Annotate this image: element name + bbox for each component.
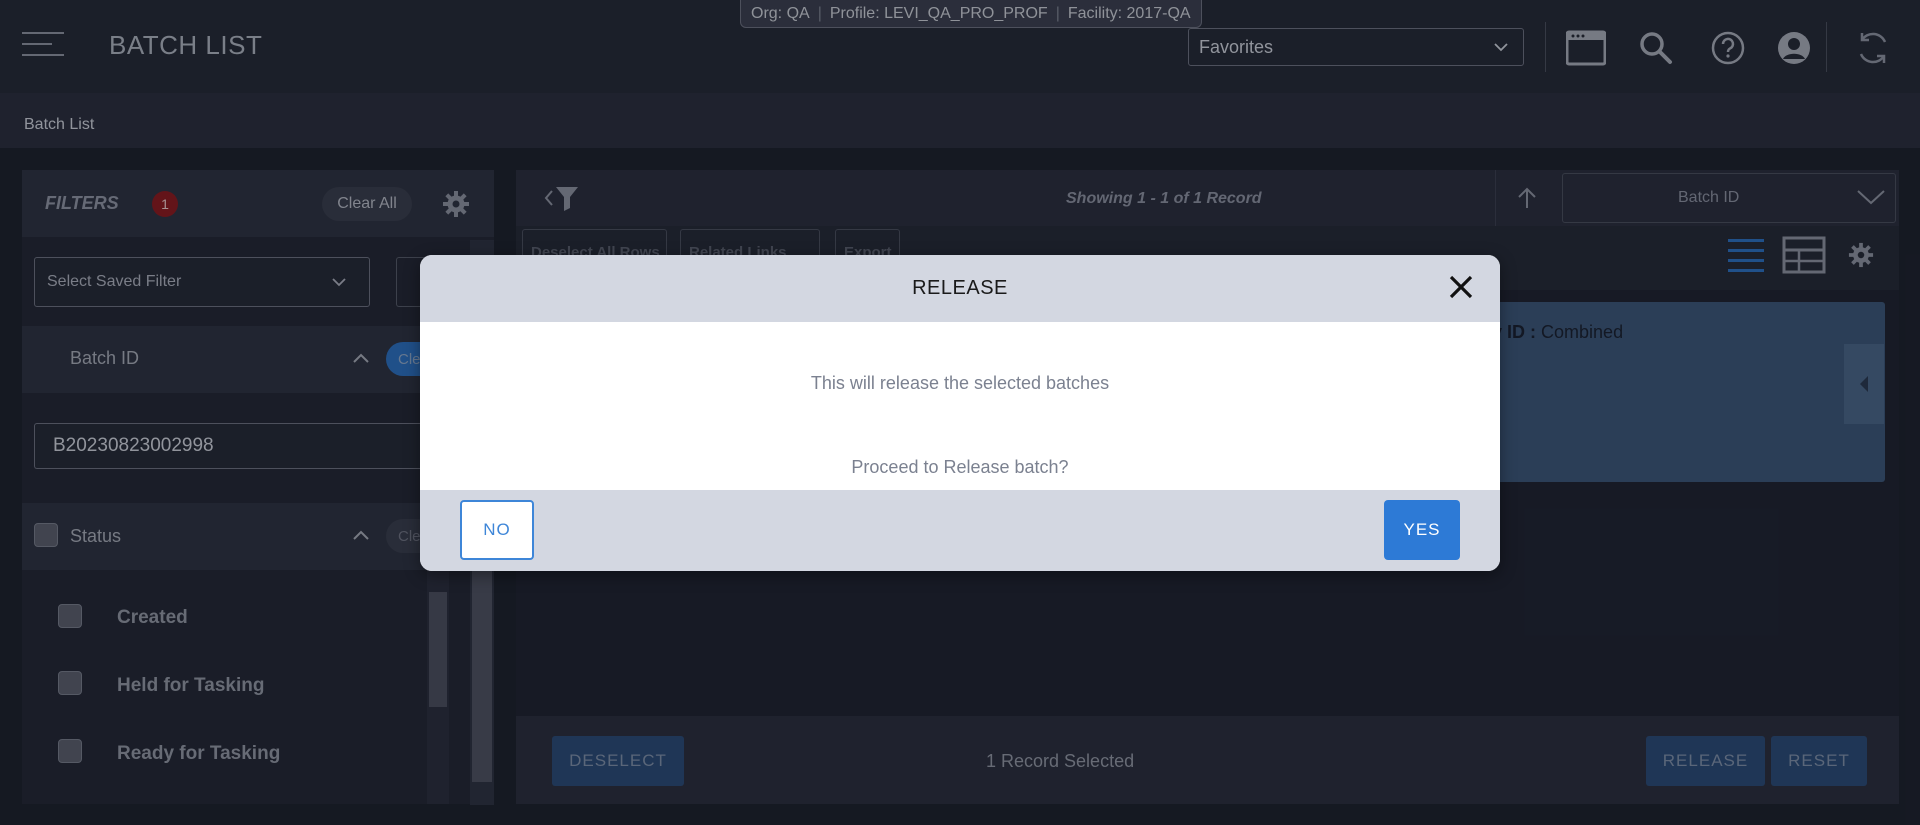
yes-button[interactable]: YES bbox=[1384, 500, 1460, 560]
release-dialog: RELEASE This will release the selected b… bbox=[420, 255, 1500, 571]
dialog-title: RELEASE bbox=[912, 277, 1008, 299]
no-button[interactable]: NO bbox=[460, 500, 534, 560]
dialog-question: Proceed to Release batch? bbox=[851, 457, 1069, 477]
dialog-message: This will release the selected batches bbox=[810, 373, 1110, 393]
dialog-footer bbox=[420, 490, 1500, 571]
close-icon[interactable] bbox=[1443, 269, 1479, 305]
